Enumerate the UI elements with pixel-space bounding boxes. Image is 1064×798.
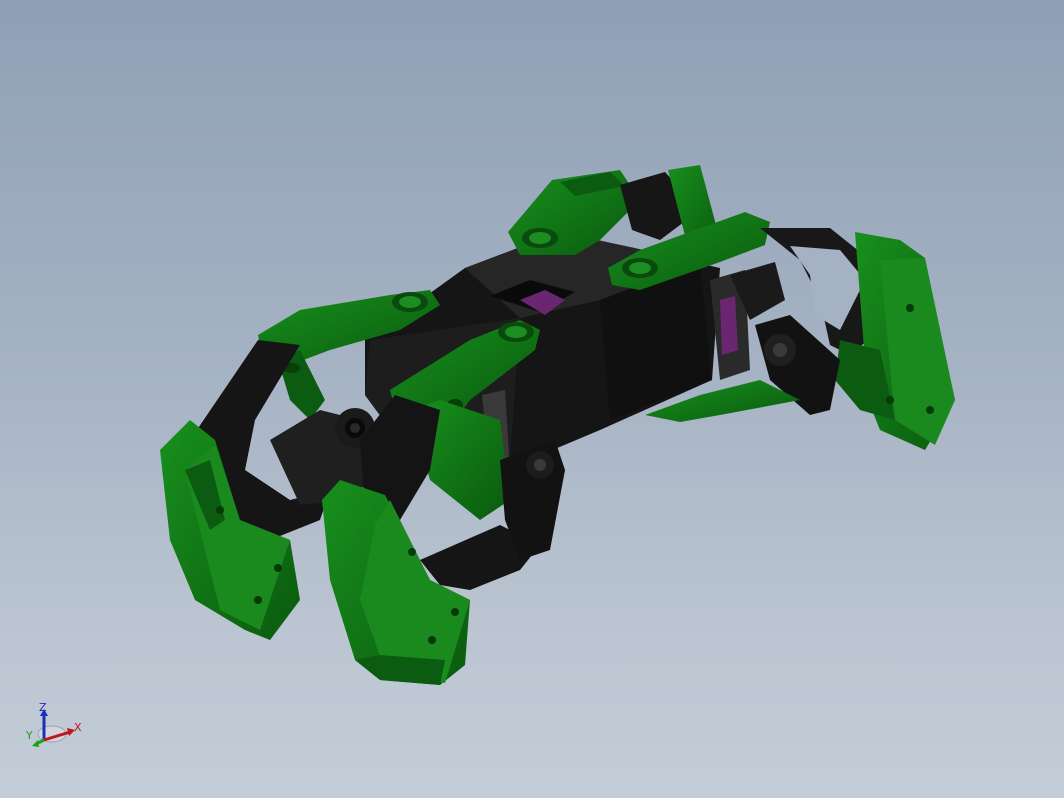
graphics-viewport[interactable]: Z X Y: [0, 0, 1064, 798]
z-axis-label: Z: [39, 701, 47, 714]
y-axis-label: Y: [26, 729, 33, 742]
axis-triad: Z X Y: [22, 700, 92, 755]
robot-model[interactable]: [0, 0, 1064, 798]
x-axis-label: X: [74, 721, 82, 734]
